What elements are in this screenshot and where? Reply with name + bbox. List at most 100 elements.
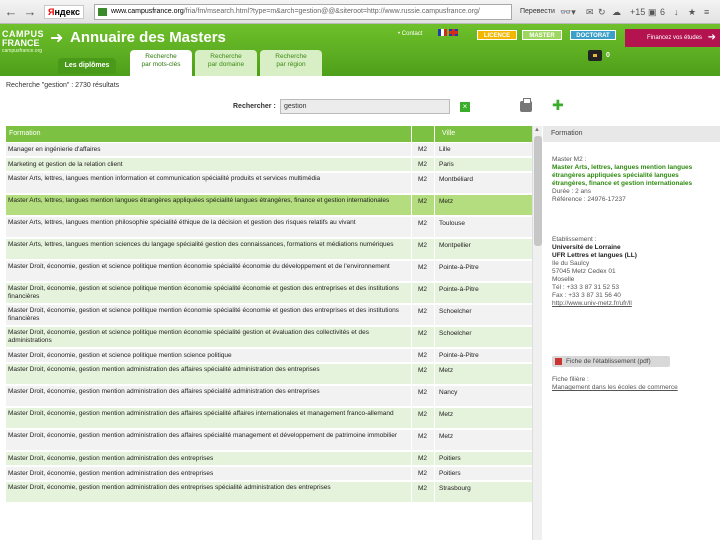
- cell-formation: Master Droit, économie, gestion mention …: [8, 484, 331, 491]
- column-divider: [411, 195, 412, 215]
- cell-ville: Toulouse: [439, 220, 466, 227]
- cell-level: M2: [418, 198, 428, 205]
- cell-ville: Montbéliard: [439, 176, 473, 183]
- cell-formation: Master Arts, lettres, langues mention ph…: [8, 219, 356, 226]
- table-row[interactable]: Master Droit, économie, gestion mention …: [6, 467, 532, 481]
- uk-flag-icon[interactable]: [449, 29, 458, 36]
- table-row[interactable]: Master Droit, économie, gestion et scien…: [6, 305, 532, 326]
- table-row[interactable]: Master Arts, lettres, langues mention in…: [6, 173, 532, 194]
- cell-ville: Paris: [439, 161, 454, 168]
- scroll-thumb[interactable]: [534, 136, 542, 246]
- filiere-link[interactable]: Management dans les écoles de commerce: [552, 384, 714, 392]
- french-flag-icon[interactable]: [438, 29, 447, 36]
- cell-ville: Pointe-à-Pitre: [439, 264, 479, 271]
- cell-formation: Master Droit, économie, gestion mention …: [8, 410, 394, 417]
- cell-ville: Lille: [439, 146, 451, 153]
- table-row[interactable]: Master Droit, économie, gestion mention …: [6, 482, 532, 503]
- table-scrollbar[interactable]: ▲: [532, 126, 542, 540]
- cell-formation: Master Droit, économie, gestion et scien…: [8, 307, 399, 322]
- column-header-formation[interactable]: Formation: [9, 126, 41, 142]
- cell-formation: Marketing et gestion de la relation clie…: [8, 161, 123, 168]
- back-arrow-icon[interactable]: ←: [3, 4, 19, 20]
- tab-region-line2: par région: [276, 61, 306, 68]
- table-row[interactable]: Master Droit, économie, gestion mention …: [6, 430, 532, 451]
- column-divider: [411, 143, 412, 156]
- address-line-2: 57045 Metz Cedex 01: [552, 268, 616, 275]
- address-line-1: Ile du Saulcy: [552, 260, 590, 267]
- column-divider: [434, 195, 435, 215]
- cell-formation: Master Droit, économie, gestion et scien…: [8, 352, 232, 359]
- cell-formation: Master Droit, économie, gestion et scien…: [8, 263, 390, 270]
- yandex-logo[interactable]: Яндекс: [44, 5, 85, 19]
- print-icon[interactable]: [520, 98, 532, 112]
- refresh-icon[interactable]: ↻: [598, 5, 606, 19]
- table-row[interactable]: Master Droit, économie, gestion et scien…: [6, 283, 532, 304]
- selection-count: 0: [606, 52, 610, 59]
- establishment-label: Etablissement :: [552, 236, 597, 243]
- site-favicon-icon: [98, 8, 107, 16]
- cell-level: M2: [418, 161, 428, 168]
- column-divider: [434, 143, 435, 156]
- table-row[interactable]: Master Arts, lettres, langues mention sc…: [6, 239, 532, 260]
- tab-keyword-line2: par mots-clés: [141, 61, 181, 68]
- column-divider: [434, 305, 435, 325]
- table-row[interactable]: Master Droit, économie, gestion et scien…: [6, 327, 532, 348]
- column-header-ville[interactable]: Ville: [442, 126, 455, 142]
- search-input[interactable]: [280, 99, 450, 114]
- cell-level: M2: [418, 389, 428, 396]
- formation-details: Master M2 : Master Arts, lettres, langue…: [552, 156, 714, 204]
- column-divider: [411, 305, 412, 325]
- menu-icon[interactable]: ≡: [704, 5, 709, 19]
- treasure-chest-icon[interactable]: [588, 50, 602, 61]
- favorite-add-icon[interactable]: ✚: [552, 97, 564, 114]
- contact-link[interactable]: • Contact: [398, 31, 422, 37]
- forward-arrow-icon[interactable]: →: [22, 4, 38, 20]
- table-row[interactable]: Master Droit, économie, gestion mention …: [6, 452, 532, 466]
- cell-ville: Poitiers: [439, 470, 461, 477]
- address-bar[interactable]: www.campusfrance.org/fria/fm/msearch.htm…: [94, 4, 512, 20]
- bookmark-icon[interactable]: ★: [688, 5, 696, 19]
- tab-keyword-search[interactable]: Recherche par mots-clés: [130, 50, 192, 76]
- table-row[interactable]: Master Arts, lettres, langues mention la…: [6, 195, 532, 216]
- cell-ville: Metz: [439, 367, 454, 374]
- column-divider: [411, 482, 412, 502]
- cell-level: M2: [418, 264, 428, 271]
- cell-formation: Master Droit, économie, gestion mention …: [8, 470, 214, 477]
- results-count: Recherche "gestion" : 2730 résultats: [6, 82, 120, 89]
- notification-icon[interactable]: ▣: [648, 5, 657, 19]
- table-row[interactable]: Marketing et gestion de la relation clie…: [6, 158, 532, 172]
- table-row[interactable]: Master Droit, économie, gestion mention …: [6, 386, 532, 407]
- doctorat-button[interactable]: DOCTORAT: [570, 30, 616, 40]
- mail-icon[interactable]: ✉: [586, 5, 594, 19]
- detail-panel-title: Formation: [543, 126, 720, 142]
- column-divider: [411, 467, 412, 480]
- clear-search-icon[interactable]: ×: [460, 102, 470, 112]
- tab-diplomes[interactable]: Les diplômes: [58, 58, 116, 74]
- formation-duration: Durée : 2 ans: [552, 188, 592, 195]
- licence-button[interactable]: LICENCE: [477, 30, 517, 40]
- url-domain: www.campusfrance.org: [111, 8, 184, 15]
- table-row[interactable]: Master Droit, économie, gestion mention …: [6, 408, 532, 429]
- table-row[interactable]: Master Droit, économie, gestion et scien…: [6, 349, 532, 363]
- column-divider: [434, 217, 435, 237]
- table-row[interactable]: Master Droit, économie, gestion et scien…: [6, 261, 532, 282]
- translate-button[interactable]: Перевести: [516, 5, 559, 19]
- table-row[interactable]: Manager en ingénierie d'affaires M2 Lille: [6, 143, 532, 157]
- column-divider: [434, 173, 435, 193]
- tab-domain-search[interactable]: Recherche par domaine: [195, 50, 257, 76]
- download-icon[interactable]: ↓: [674, 5, 679, 19]
- master-button[interactable]: MASTER: [522, 30, 562, 40]
- glasses-icon[interactable]: 👓▾: [560, 5, 576, 19]
- tab-region-search[interactable]: Recherche par région: [260, 50, 322, 76]
- website-link[interactable]: http://www.univ-metz.fr/ufr/ll: [552, 300, 714, 308]
- cell-formation: Master Droit, économie, gestion mention …: [8, 455, 214, 462]
- scroll-up-icon[interactable]: ▲: [534, 127, 540, 133]
- cell-level: M2: [418, 330, 428, 337]
- establishment-pdf-button[interactable]: Fiche de l'établissement (pdf): [552, 356, 670, 367]
- table-row[interactable]: Master Arts, lettres, langues mention ph…: [6, 217, 532, 238]
- cell-ville: Poitiers: [439, 455, 461, 462]
- weather-icon[interactable]: ☁: [612, 5, 621, 19]
- cell-formation: Master Droit, économie, gestion et scien…: [8, 329, 369, 344]
- finance-studies-button[interactable]: Financez vos études ➜: [625, 29, 720, 47]
- table-row[interactable]: Master Droit, économie, gestion mention …: [6, 364, 532, 385]
